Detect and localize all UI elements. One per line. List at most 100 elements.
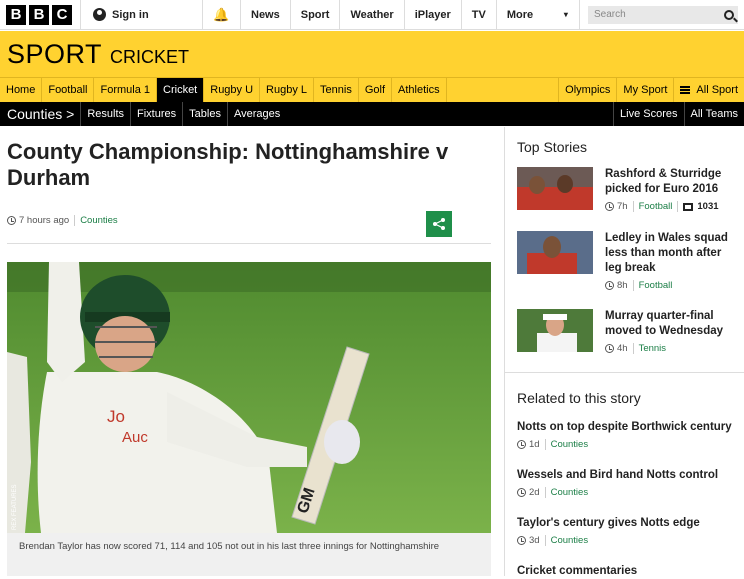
sport-nav-olympics[interactable]: Olympics [558,78,616,102]
sport-nav-golf[interactable]: Golf [359,78,393,102]
sport-nav-tennis[interactable]: Tennis [314,78,359,102]
subnav-averages[interactable]: Averages [226,102,286,126]
clock-icon [605,344,614,353]
related-time: 2d [529,487,540,498]
all-sport-menu[interactable]: All Sport [673,78,744,102]
related-tag-link[interactable]: Counties [551,487,589,498]
nav-news[interactable]: News [240,0,290,29]
related-item[interactable]: Taylor's century gives Notts edge 3d Cou… [517,516,742,546]
subnav-results[interactable]: Results [80,102,130,126]
subnav-counties[interactable]: Counties > [0,106,80,122]
clock-icon [517,536,526,545]
story-tag-link[interactable]: Football [639,280,673,291]
meta-divider [544,439,546,450]
clock-icon [7,216,16,225]
divider [505,372,744,373]
bbc-logo[interactable]: B B C [0,0,80,29]
sport-nav-home[interactable]: Home [0,78,43,102]
bbc-global-nav: B B C Sign in 🔔 News Sport Weather iPlay… [0,0,744,30]
story-tag-link[interactable]: Football [639,201,673,212]
search-placeholder: Search [594,9,626,20]
subnav-live-scores[interactable]: Live Scores [613,102,683,126]
meta-divider [632,280,634,291]
story-thumbnail [517,167,593,210]
nav-weather[interactable]: Weather [339,0,403,29]
sport-nav-my-sport[interactable]: My Sport [616,78,673,102]
menu-icon [680,86,691,94]
nav-iplayer[interactable]: iPlayer [403,0,461,29]
search-input[interactable]: Search [588,5,738,24]
cricket-sub-nav: Counties > Results Fixtures Tables Avera… [0,102,744,126]
sport-nav-rugby-union[interactable]: Rugby U [204,78,261,102]
related-item[interactable]: Cricket commentaries [517,564,742,579]
search-icon[interactable] [724,9,734,20]
section-title[interactable]: CRICKET [110,47,189,68]
meta-divider [632,201,634,212]
subnav-tables[interactable]: Tables [182,102,227,126]
related-title[interactable]: Notts on top despite Borthwick century [517,420,742,435]
sport-nav-cricket[interactable]: Cricket [157,78,205,102]
bbc-logo-letter: B [6,4,26,25]
comments-count[interactable]: 1031 [697,201,718,212]
subnav-all-teams[interactable]: All Teams [683,102,744,126]
image-credit: REX FEATURES [12,484,18,530]
story-title[interactable]: Murray quarter-final moved to Wednesday [605,309,740,339]
story-thumbnail [517,309,593,352]
related-title[interactable]: Wessels and Bird hand Notts control [517,468,742,483]
story-image [517,231,593,274]
article-headline: County Championship: Nottinghamshire v D… [7,139,449,190]
story-meta: 8h Football [605,280,740,291]
related-title[interactable]: Taylor's century gives Notts edge [517,516,742,531]
story-text: Murray quarter-final moved to Wednesday … [605,309,740,354]
related-item[interactable]: Notts on top despite Borthwick century 1… [517,420,742,450]
svg-text:Jo: Jo [107,407,125,426]
related-item[interactable]: Wessels and Bird hand Notts control 2d C… [517,468,742,498]
image-caption: Brendan Taylor has now scored 71, 114 an… [7,533,491,576]
article-meta: 7 hours ago Counties [7,215,118,226]
sport-nav-rugby-league[interactable]: Rugby L [260,78,315,102]
top-story-item[interactable]: Ledley in Wales squad less than month af… [517,231,740,291]
top-story-item[interactable]: Rashford & Sturridge picked for Euro 201… [517,167,740,212]
article-tag-link[interactable]: Counties [80,215,118,226]
share-button[interactable] [426,211,452,237]
all-sport-label: All Sport [696,84,738,96]
meta-divider [544,535,546,546]
sport-nav-formula1[interactable]: Formula 1 [94,78,158,102]
story-title[interactable]: Rashford & Sturridge picked for Euro 201… [605,167,740,197]
notifications-bell-icon[interactable]: 🔔 [202,0,240,29]
article-main-image: Jo Auc GM REX FEATURES [7,262,491,533]
meta-divider [74,215,76,226]
subnav-right: Live Scores All Teams [613,102,744,126]
related-meta: 2d Counties [517,487,742,498]
nav-more-dropdown[interactable]: More ▾ [495,0,578,29]
clock-icon [517,440,526,449]
bbc-logo-letter: C [52,4,72,25]
top-story-item[interactable]: Murray quarter-final moved to Wednesday … [517,309,740,354]
sign-in-link[interactable]: Sign in [80,0,202,29]
subnav-fixtures[interactable]: Fixtures [130,102,182,126]
meta-divider [632,343,634,354]
sport-header: SPORT CRICKET [0,31,744,77]
story-time: 4h [617,343,628,354]
story-tag-link[interactable]: Tennis [639,343,666,354]
story-title[interactable]: Ledley in Wales squad less than month af… [605,231,740,276]
story-meta: 4h Tennis [605,343,740,354]
story-text: Rashford & Sturridge picked for Euro 201… [605,167,740,212]
story-text: Ledley in Wales squad less than month af… [605,231,740,291]
related-meta: 1d Counties [517,439,742,450]
nav-tv[interactable]: TV [460,0,496,29]
related-heading: Related to this story [517,390,641,406]
story-time: 8h [617,280,628,291]
story-image [517,167,593,210]
related-time: 3d [529,535,540,546]
sport-title[interactable]: SPORT [7,39,102,70]
clock-icon [605,202,614,211]
sport-nav-athletics[interactable]: Athletics [392,78,447,102]
related-title[interactable]: Cricket commentaries [517,564,742,579]
related-tag-link[interactable]: Counties [551,535,589,546]
nav-sport[interactable]: Sport [289,0,340,29]
clock-icon [517,488,526,497]
related-tag-link[interactable]: Counties [551,439,589,450]
meta-divider [677,201,679,212]
sport-nav-football[interactable]: Football [42,78,95,102]
